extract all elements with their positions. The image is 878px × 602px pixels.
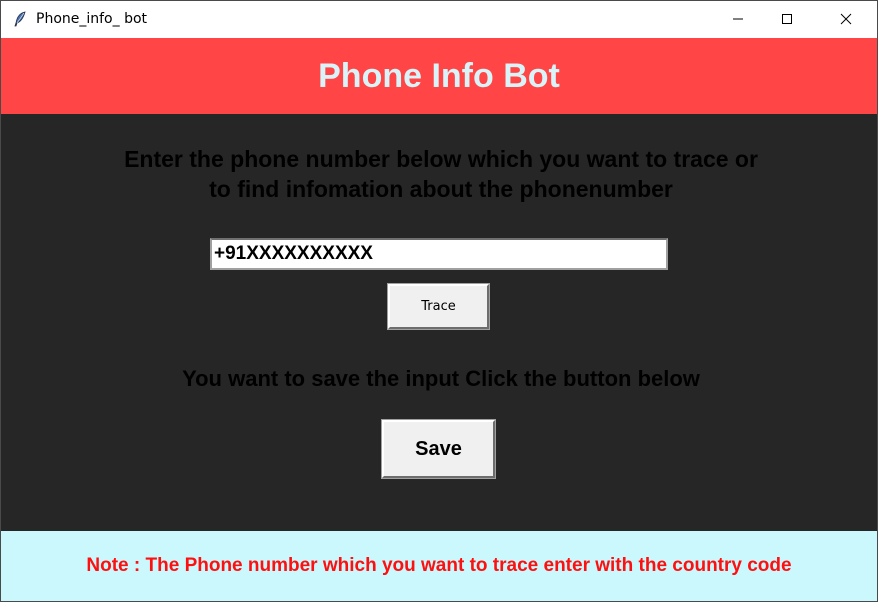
title-bar: Phone_info_ bot xyxy=(1,1,877,38)
minimize-icon xyxy=(733,18,743,20)
save-prompt-text: You want to save the input Click the but… xyxy=(182,366,700,391)
country-code-note: Note : The Phone number which you want t… xyxy=(86,555,792,576)
window-title: Phone_info_ bot xyxy=(36,11,148,27)
trace-button[interactable]: Trace xyxy=(388,284,489,329)
maximize-button[interactable] xyxy=(764,1,810,37)
instruction-line-1: Enter the phone number below which you w… xyxy=(124,146,758,172)
app-window: Phone_info_ bot Phone Info Bot Enter the… xyxy=(0,0,878,602)
phone-number-input[interactable] xyxy=(210,238,668,270)
close-icon xyxy=(840,13,852,25)
instruction-text: Enter the phone number below which you w… xyxy=(61,144,821,204)
footer-note-bar: Note : The Phone number which you want t… xyxy=(1,531,877,601)
instruction-line-2: to find infomation about the phonenumber xyxy=(209,176,673,202)
minimize-button[interactable] xyxy=(715,1,761,37)
close-button[interactable] xyxy=(823,1,869,37)
app-header: Phone Info Bot xyxy=(1,38,877,114)
main-panel: Enter the phone number below which you w… xyxy=(1,114,877,531)
maximize-icon xyxy=(782,14,792,24)
page-title: Phone Info Bot xyxy=(318,56,560,95)
feather-icon xyxy=(14,11,26,27)
save-button[interactable]: Save xyxy=(382,420,495,478)
